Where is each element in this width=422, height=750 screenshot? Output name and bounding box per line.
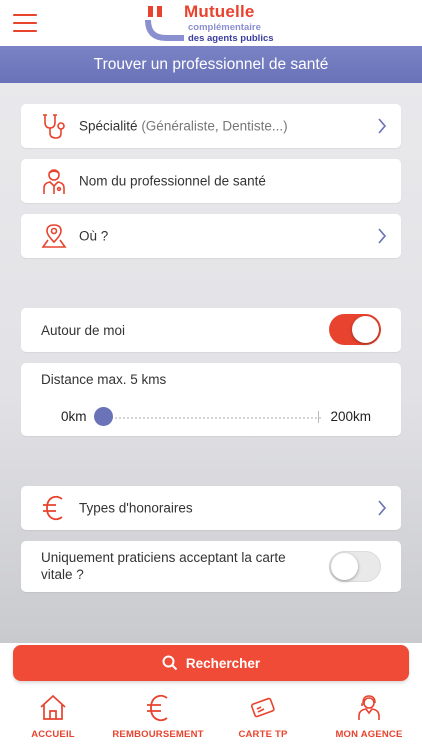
logo-subtitle: complémentaire: [188, 22, 261, 33]
logo-mark-icon: [145, 6, 184, 41]
around-me-label: Autour de moi: [41, 323, 126, 338]
page-title-bar: Trouver un professionnel de santé: [0, 46, 422, 83]
professional-name-row[interactable]: Nom du professionnel de santé: [21, 159, 401, 203]
vitale-row: Uniquement praticiens acceptant la carte…: [21, 541, 401, 592]
around-me-toggle[interactable]: [329, 314, 381, 345]
distance-label: Distance max. 5 kms: [41, 372, 167, 387]
speciality-row[interactable]: Spécialité (Généraliste, Dentiste...): [21, 104, 401, 148]
page-title: Trouver un professionnel de santé: [93, 55, 329, 73]
speciality-title: Spécialité: [79, 118, 138, 134]
stethoscope-icon: [43, 114, 65, 139]
tab-home-label: ACCUEIL: [31, 729, 75, 740]
tab-card-label: CARTE TP: [238, 729, 288, 740]
location-row[interactable]: Où ?: [21, 214, 401, 258]
distance-min-label: 0km: [61, 409, 87, 424]
distance-slider[interactable]: 0km 200km: [41, 407, 381, 427]
search-button-label: Rechercher: [185, 655, 261, 671]
menu-icon[interactable]: [13, 14, 37, 32]
search-icon: [162, 655, 178, 671]
vitale-label-line2: vitale ?: [41, 567, 84, 582]
chevron-right-icon: [378, 500, 387, 516]
vitale-label-line1: Uniquement praticiens acceptant la carte: [41, 550, 286, 565]
tab-reimbursement-label: REMBOURSEMENT: [112, 729, 204, 740]
bottom-area: Rechercher ACCUEIL REMBOURSEMENT CARTE T…: [0, 643, 422, 750]
professional-name-label: Nom du professionnel de santé: [79, 173, 266, 189]
tab-reimbursement[interactable]: REMBOURSEMENT: [108, 687, 208, 750]
slider-track: [111, 417, 321, 419]
euro-icon: [147, 694, 168, 722]
distance-max-label: 200km: [330, 409, 371, 424]
chevron-right-icon: [378, 228, 387, 244]
speciality-hint: (Généraliste, Dentiste...): [141, 118, 288, 134]
doctor-icon: [43, 169, 65, 194]
tab-bar: ACCUEIL REMBOURSEMENT CARTE TP MON AGENC…: [0, 687, 422, 750]
speciality-label: Spécialité (Généraliste, Dentiste...): [79, 119, 288, 134]
slider-thumb[interactable]: [94, 407, 113, 426]
search-button[interactable]: Rechercher: [13, 645, 409, 681]
top-bar: Mutuelle complémentaire des agents publi…: [0, 0, 422, 46]
search-form: Spécialité (Généraliste, Dentiste...) No…: [0, 83, 422, 643]
fees-label: Types d'honoraires: [79, 500, 193, 516]
distance-row: Distance max. 5 kms 0km 200km: [21, 363, 401, 436]
vitale-toggle[interactable]: [329, 551, 381, 582]
tab-card[interactable]: CARTE TP: [213, 687, 313, 750]
slider-tick: [318, 411, 319, 423]
tab-agency-label: MON AGENCE: [335, 729, 403, 740]
card-icon: [250, 697, 275, 718]
around-me-row: Autour de moi: [21, 308, 401, 352]
euro-icon: [43, 495, 63, 521]
agent-icon: [358, 695, 380, 720]
fees-row[interactable]: Types d'honoraires: [21, 486, 401, 530]
location-label: Où ?: [79, 228, 109, 244]
chevron-right-icon: [378, 118, 387, 134]
home-icon: [40, 694, 66, 720]
logo-title: Mutuelle: [184, 2, 255, 21]
logo-subtitle-2: des agents publics: [188, 33, 274, 44]
map-pin-icon: [41, 224, 67, 248]
tab-agency[interactable]: MON AGENCE: [319, 687, 419, 750]
tab-home[interactable]: ACCUEIL: [3, 687, 103, 750]
app-logo: Mutuelle complémentaire des agents publi…: [144, 2, 284, 44]
